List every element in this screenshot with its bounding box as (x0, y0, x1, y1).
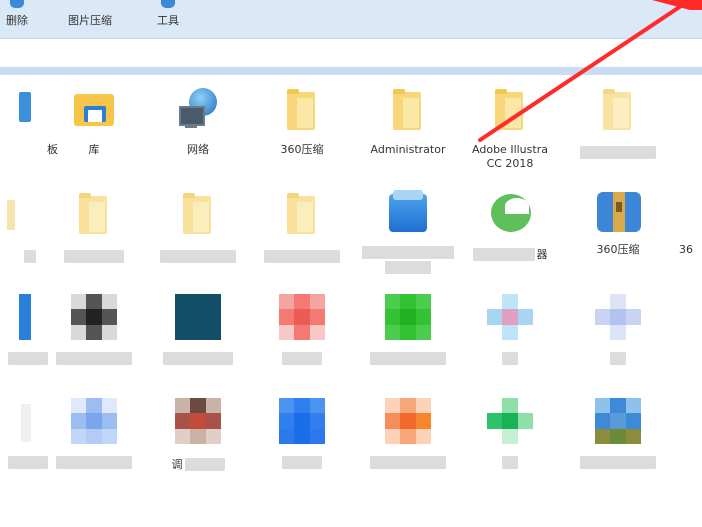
annotation-arrow-icon (478, 0, 702, 142)
